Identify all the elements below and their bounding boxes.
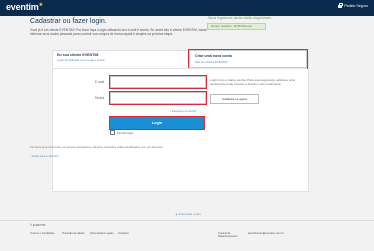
remember-label: Permitir login — [117, 130, 134, 135]
time-remaining-badge: Tempo restante: 11:58 Minutos — [207, 23, 266, 30]
panel-divider — [52, 68, 307, 69]
forgot-password-label: Esqueceu a senha? — [172, 109, 197, 113]
star-icon: ★ — [38, 2, 44, 8]
intro-text: Você já é um cliente EVENTIM? Por favor … — [30, 28, 207, 37]
required-fields-note: Por favor preencha todos os campos obrig… — [30, 145, 164, 149]
secure-label: Pedido Seguro — [344, 4, 368, 8]
back-to-cart-link[interactable]: ‹ Voltar para a carrinho — [30, 154, 58, 158]
footer-link-terms[interactable]: Termos e Condições — [30, 232, 55, 235]
eventim-logo[interactable]: eventim★ — [6, 2, 43, 12]
email-field[interactable] — [109, 75, 207, 89]
back-to-cart-label: Voltar para a carrinho — [31, 154, 59, 158]
login-button[interactable]: Login — [109, 116, 205, 130]
footer-link-contacts[interactable]: Contatos — [118, 232, 129, 235]
tab-create-account[interactable]: Criar uma nova conta Não sou cliente EVE… — [188, 49, 308, 69]
lock-icon — [338, 3, 343, 8]
footer-link-privacy[interactable]: Proteção de dados — [62, 232, 85, 235]
copyright: © EVENTIM — [30, 223, 46, 227]
back-to-top-label: Voltar para o topo — [178, 212, 201, 216]
register-button[interactable]: Cadastre-se agora — [210, 94, 259, 104]
footer-link-legal[interactable]: Informações Legais — [90, 232, 113, 235]
password-label: Senha — [94, 96, 104, 100]
secure-order-indicator: Pedido Seguro — [338, 3, 368, 8]
top-header: eventim★ Pedido Seguro — [0, 0, 374, 16]
password-field[interactable] — [109, 91, 207, 105]
footer-contact-label: Central de Relacionamento — [218, 232, 238, 239]
tab-create-account-subtitle: Não sou cliente EVENTIM — [195, 60, 228, 64]
tab-existing-customer[interactable]: Eu sou cliente EVENTIM — [57, 53, 98, 57]
forgot-password-link[interactable]: › Esqueceu a senha? — [170, 109, 197, 113]
remember-checkbox[interactable] — [110, 130, 115, 135]
remember-login[interactable]: Permitir login — [110, 130, 133, 135]
register-info-text: Login com e-mail e senha. Para sua segur… — [210, 78, 295, 87]
back-to-top-link[interactable]: ▲ Voltar para o topo — [175, 212, 201, 216]
footer-email-link[interactable]: atendimento@eventim.com.br — [248, 232, 284, 235]
chevron-right-icon: › — [170, 109, 171, 113]
footer — [0, 220, 374, 251]
page-title: Cadastrar ou fazer login. — [30, 18, 107, 25]
tickets-available-title: Seus ingressos ainda estão disponíveis — [208, 16, 272, 20]
tab-create-account-title: Criar uma nova conta — [195, 54, 232, 58]
tab-existing-subtitle: Login simplificado com e-mail e senha — [57, 58, 105, 62]
email-label: E-mail — [94, 80, 104, 84]
